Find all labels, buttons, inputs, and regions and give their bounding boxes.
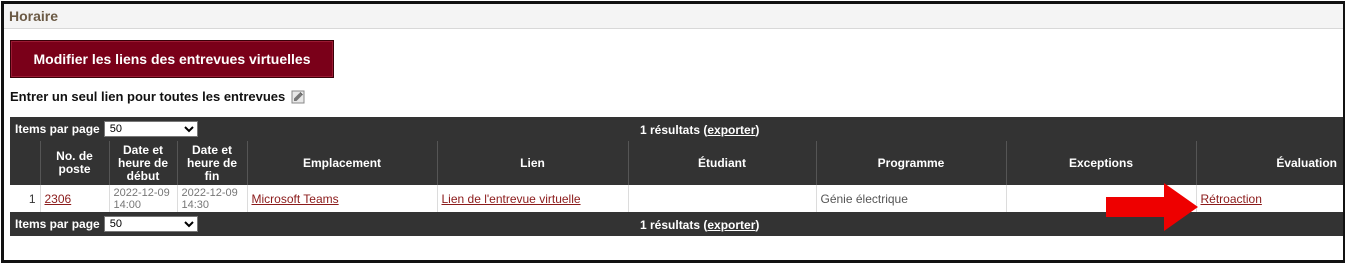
panel-title: Horaire bbox=[4, 4, 1343, 29]
col-link[interactable]: Lien bbox=[436, 141, 628, 185]
post-no-link[interactable]: 2306 bbox=[45, 192, 72, 206]
location-cell: Microsoft Teams bbox=[246, 185, 437, 212]
red-arrow-annotation bbox=[1106, 183, 1198, 231]
edit-link-icon[interactable] bbox=[291, 90, 305, 104]
items-per-page-label: Items par page bbox=[15, 122, 100, 136]
table-header-row: No. de poste Date et heure de début Date… bbox=[10, 141, 1343, 185]
link-cell: Lien de l'entrevue virtuelle bbox=[436, 185, 628, 212]
col-end[interactable]: Date et heure de fin bbox=[176, 141, 247, 185]
feedback-link[interactable]: Rétroaction bbox=[1201, 192, 1262, 206]
col-start[interactable]: Date et heure de début bbox=[108, 141, 177, 185]
col-student[interactable]: Étudiant bbox=[627, 141, 816, 185]
single-link-row: Entrer un seul lien pour toutes les entr… bbox=[10, 89, 305, 104]
col-location[interactable]: Emplacement bbox=[246, 141, 437, 185]
col-post-no[interactable]: No. de poste bbox=[39, 141, 109, 185]
items-per-page-select[interactable]: 50 bbox=[103, 216, 198, 232]
results-count: 1 résultats (exporter) bbox=[640, 218, 760, 232]
virtual-interview-link[interactable]: Lien de l'entrevue virtuelle bbox=[442, 192, 581, 206]
col-index bbox=[10, 141, 40, 185]
post-no-cell: 2306 bbox=[39, 185, 109, 212]
single-link-label: Entrer un seul lien pour toutes les entr… bbox=[10, 89, 286, 104]
col-exceptions[interactable]: Exceptions bbox=[1005, 141, 1196, 185]
col-evaluation[interactable]: Évaluation bbox=[1195, 141, 1343, 185]
items-per-page-select[interactable]: 50 bbox=[103, 121, 198, 137]
row-index: 1 bbox=[10, 185, 40, 212]
end-cell: 2022-12-09 14:30 bbox=[176, 185, 247, 212]
pager-top: Items par page 50 1 résultats (exporter) bbox=[10, 117, 1343, 141]
start-cell: 2022-12-09 14:00 bbox=[108, 185, 177, 212]
items-per-page-label: Items par page bbox=[15, 217, 100, 231]
program-cell: Génie électrique bbox=[815, 185, 1006, 212]
location-link[interactable]: Microsoft Teams bbox=[252, 192, 339, 206]
modify-virtual-links-button[interactable]: Modifier les liens des entrevues virtuel… bbox=[10, 40, 334, 78]
evaluation-cell: Rétroaction bbox=[1195, 185, 1343, 212]
export-link[interactable]: exporter bbox=[707, 123, 755, 137]
student-cell bbox=[627, 185, 816, 212]
results-count: 1 résultats (exporter) bbox=[640, 123, 760, 137]
export-link[interactable]: exporter bbox=[707, 218, 755, 232]
col-program[interactable]: Programme bbox=[815, 141, 1006, 185]
